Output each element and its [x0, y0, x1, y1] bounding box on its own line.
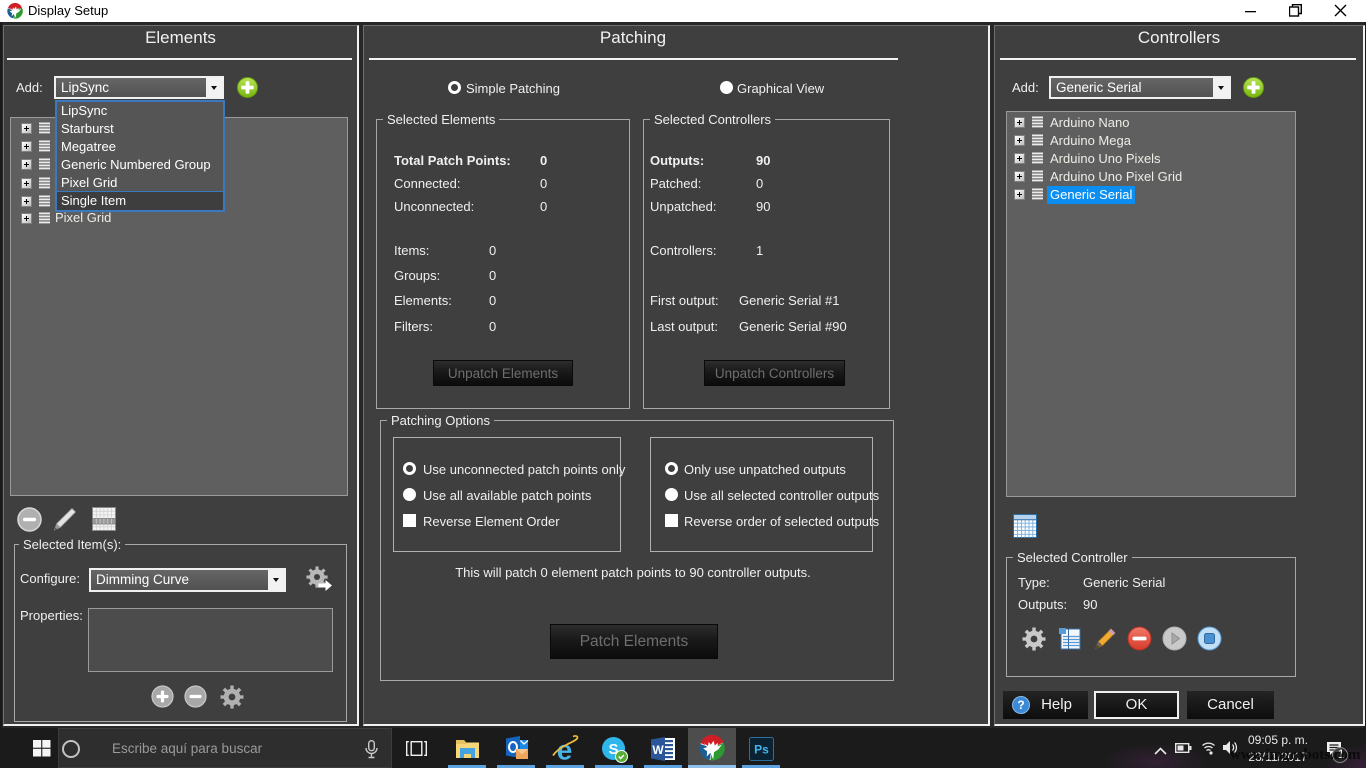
- svg-text:W: W: [652, 743, 664, 757]
- svg-text:?: ?: [1017, 698, 1024, 712]
- svg-text:Ps: Ps: [754, 743, 769, 757]
